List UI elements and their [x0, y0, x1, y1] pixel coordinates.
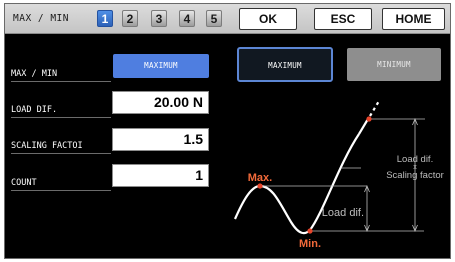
scaling-factor-label: SCALING FACTOI	[11, 141, 83, 151]
maximum-button[interactable]: MAXIMUM	[237, 47, 333, 82]
divider	[11, 117, 111, 118]
scaling-factor-field[interactable]: 1.5	[112, 128, 209, 151]
min-label: Min.	[299, 238, 321, 250]
max-min-diagram: Max. Min. Load dif. Load dif. x Scaling …	[233, 100, 444, 250]
screen-title: MAX / MIN	[13, 13, 69, 24]
mode-label: MAX / MIN	[11, 69, 58, 79]
page-tab-5[interactable]: 5	[206, 10, 222, 27]
ok-button[interactable]: OK	[239, 8, 297, 30]
divider	[11, 190, 111, 191]
home-button[interactable]: HOME	[382, 8, 445, 30]
max-label: Max.	[248, 172, 272, 184]
page-tab-4[interactable]: 4	[179, 10, 195, 27]
load-dif-label: LOAD DIF.	[11, 105, 58, 115]
threshold-marker	[366, 116, 372, 122]
divider	[11, 81, 111, 82]
top-bar: MAX / MIN 1 2 3 4 5 OK ESC HOME	[5, 4, 450, 34]
min-marker	[307, 228, 313, 234]
scaled-label-line-3: Scaling factor	[386, 170, 444, 181]
mode-value-button[interactable]: MAXIMUM	[113, 54, 209, 78]
minimum-button[interactable]: MINIMUM	[347, 48, 441, 81]
divider	[11, 153, 111, 154]
page-tab-1[interactable]: 1	[97, 10, 113, 27]
load-dif-field[interactable]: 20.00 N	[112, 91, 209, 114]
curve-segment	[358, 118, 369, 135]
count-label: COUNT	[11, 178, 37, 188]
device-screen: MAX / MIN 1 2 3 4 5 OK ESC HOME MAX / MI…	[4, 3, 451, 259]
count-field[interactable]: 1	[112, 164, 209, 187]
page-tab-2[interactable]: 2	[122, 10, 138, 27]
curve-extension-dashed	[369, 100, 380, 117]
page-tab-3[interactable]: 3	[151, 10, 167, 27]
load-dif-text: Load dif.	[322, 207, 364, 219]
max-marker	[257, 183, 263, 189]
esc-button[interactable]: ESC	[314, 8, 372, 30]
